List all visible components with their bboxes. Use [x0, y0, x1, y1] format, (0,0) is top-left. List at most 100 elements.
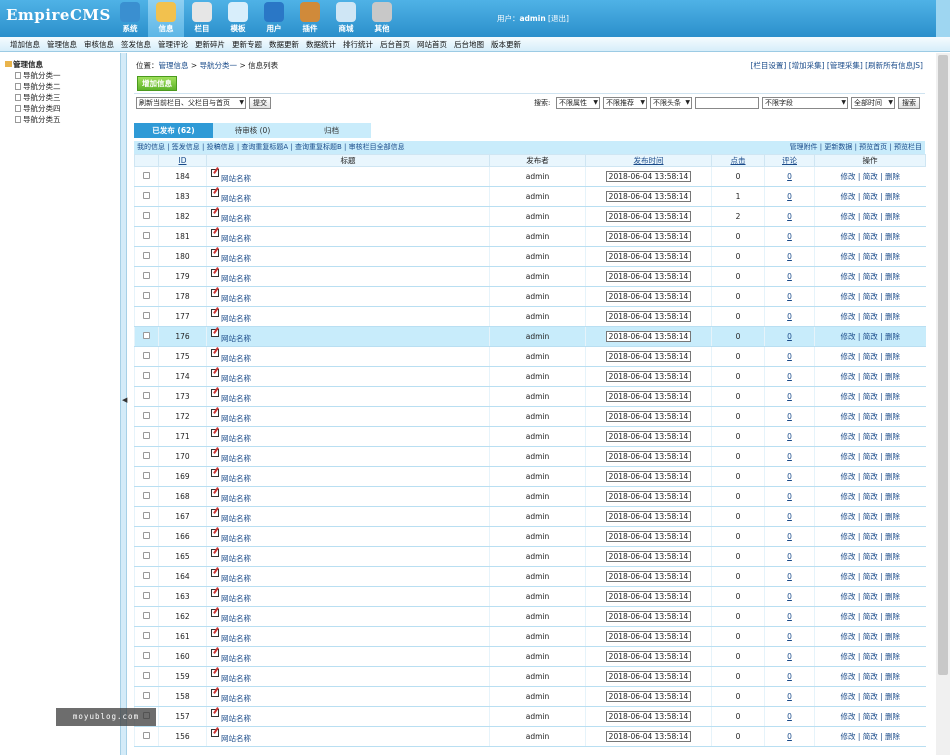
table-row[interactable]: 167 网站名称 admin 2018-06-04 13:58:14 0 0 修改 | 简改…	[134, 506, 926, 527]
row-title-link[interactable]: 网站名称	[221, 494, 251, 503]
delete-link[interactable]: 删除	[885, 372, 900, 381]
row-title-link[interactable]: 网站名称	[221, 294, 251, 303]
subnav-item[interactable]: 数据统计	[306, 37, 336, 51]
table-row[interactable]: 171 网站名称 admin 2018-06-04 13:58:14 0 0 修改 | 简改…	[134, 426, 926, 447]
row-checkbox[interactable]	[143, 452, 150, 459]
row-time-field[interactable]: 2018-06-04 13:58:14	[605, 231, 692, 242]
table-row[interactable]: 166 网站名称 admin 2018-06-04 13:58:14 0 0 修改 | 简改…	[134, 526, 926, 547]
top-links[interactable]: [栏目设置] [增加采集] [管理采集] [刷新所有信息JS]	[750, 60, 923, 71]
subnav-item[interactable]: 签发信息	[121, 37, 151, 51]
row-comments-link[interactable]: 0	[787, 492, 792, 501]
delete-link[interactable]: 删除	[885, 572, 900, 581]
row-title-link[interactable]: 网站名称	[221, 654, 251, 663]
quick-edit-link[interactable]: 简改	[863, 572, 878, 581]
edit-link[interactable]: 修改	[840, 732, 855, 741]
table-row[interactable]: 156 网站名称 admin 2018-06-04 13:58:14 0 0 修改 | 简改…	[134, 726, 926, 747]
row-title-link[interactable]: 网站名称	[221, 174, 251, 183]
edit-link[interactable]: 修改	[840, 532, 855, 541]
quick-edit-link[interactable]: 简改	[863, 292, 878, 301]
row-title-link[interactable]: 网站名称	[221, 314, 251, 323]
row-time-field[interactable]: 2018-06-04 13:58:14	[605, 711, 692, 722]
row-title-link[interactable]: 网站名称	[221, 714, 251, 723]
row-title-link[interactable]: 网站名称	[221, 454, 251, 463]
row-comments-link[interactable]: 0	[787, 432, 792, 441]
row-time-field[interactable]: 2018-06-04 13:58:14	[605, 251, 692, 262]
edit-link[interactable]: 修改	[840, 672, 855, 681]
quick-edit-link[interactable]: 简改	[863, 672, 878, 681]
table-row[interactable]: 169 网站名称 admin 2018-06-04 13:58:14 0 0 修改 | 简改…	[134, 466, 926, 487]
row-comments-link[interactable]: 0	[787, 212, 792, 221]
table-row[interactable]: 175 网站名称 admin 2018-06-04 13:58:14 0 0 修改 | 简改…	[134, 346, 926, 367]
row-time-field[interactable]: 2018-06-04 13:58:14	[605, 631, 692, 642]
row-time-field[interactable]: 2018-06-04 13:58:14	[605, 411, 692, 422]
delete-link[interactable]: 删除	[885, 532, 900, 541]
row-title-link[interactable]: 网站名称	[221, 354, 251, 363]
row-title-link[interactable]: 网站名称	[221, 234, 251, 243]
row-title-link[interactable]: 网站名称	[221, 334, 251, 343]
row-checkbox[interactable]	[143, 692, 150, 699]
table-row[interactable]: 170 网站名称 admin 2018-06-04 13:58:14 0 0 修改 | 简改…	[134, 446, 926, 467]
field-select[interactable]: 不限字段 ▼	[762, 97, 848, 109]
table-row[interactable]: 181 网站名称 admin 2018-06-04 13:58:14 0 0 修改 | 简改…	[134, 226, 926, 247]
row-comments-link[interactable]: 0	[787, 572, 792, 581]
edit-link[interactable]: 修改	[840, 632, 855, 641]
table-row[interactable]: 177 网站名称 admin 2018-06-04 13:58:14 0 0 修改 | 简改…	[134, 306, 926, 327]
delete-link[interactable]: 删除	[885, 592, 900, 601]
quick-edit-link[interactable]: 简改	[863, 712, 878, 721]
link-bar-right[interactable]: 管理附件 | 更新数据 | 预览首页 | 预览栏目	[790, 141, 922, 154]
attribute-select[interactable]: 不限属性 ▼	[556, 97, 600, 109]
row-checkbox[interactable]	[143, 332, 150, 339]
row-time-field[interactable]: 2018-06-04 13:58:14	[605, 191, 692, 202]
quick-edit-link[interactable]: 简改	[863, 432, 878, 441]
row-time-field[interactable]: 2018-06-04 13:58:14	[605, 271, 692, 282]
clicks-col-header[interactable]: 点击	[711, 154, 765, 167]
row-time-field[interactable]: 2018-06-04 13:58:14	[605, 171, 692, 182]
search-input[interactable]	[695, 97, 759, 109]
edit-link[interactable]: 修改	[840, 592, 855, 601]
nav-item[interactable]: 其他	[364, 0, 400, 37]
row-time-field[interactable]: 2018-06-04 13:58:14	[605, 311, 692, 322]
row-checkbox[interactable]	[143, 352, 150, 359]
delete-link[interactable]: 删除	[885, 672, 900, 681]
row-title-link[interactable]: 网站名称	[221, 674, 251, 683]
table-row[interactable]: 157 网站名称 admin 2018-06-04 13:58:14 0 0 修改 | 简改…	[134, 706, 926, 727]
table-row[interactable]: 174 网站名称 admin 2018-06-04 13:58:14 0 0 修改 | 简改…	[134, 366, 926, 387]
quick-edit-link[interactable]: 简改	[863, 692, 878, 701]
edit-link[interactable]: 修改	[840, 492, 855, 501]
row-title-link[interactable]: 网站名称	[221, 394, 251, 403]
time-select[interactable]: 全部时间 ▼	[851, 97, 895, 109]
row-title-link[interactable]: 网站名称	[221, 434, 251, 443]
row-title-link[interactable]: 网站名称	[221, 474, 251, 483]
delete-link[interactable]: 删除	[885, 612, 900, 621]
quick-edit-link[interactable]: 简改	[863, 312, 878, 321]
row-comments-link[interactable]: 0	[787, 452, 792, 461]
delete-link[interactable]: 删除	[885, 712, 900, 721]
quick-edit-link[interactable]: 简改	[863, 252, 878, 261]
row-comments-link[interactable]: 0	[787, 712, 792, 721]
edit-link[interactable]: 修改	[840, 412, 855, 421]
subnav-item[interactable]: 管理信息	[47, 37, 77, 51]
delete-link[interactable]: 删除	[885, 212, 900, 221]
nav-item[interactable]: 商城	[328, 0, 364, 37]
subnav-item[interactable]: 后台首页	[380, 37, 410, 51]
quick-edit-link[interactable]: 简改	[863, 392, 878, 401]
tree-item[interactable]: 导航分类二	[15, 81, 61, 92]
edit-link[interactable]: 修改	[840, 272, 855, 281]
row-checkbox[interactable]	[143, 512, 150, 519]
table-row[interactable]: 179 网站名称 admin 2018-06-04 13:58:14 0 0 修改 | 简改…	[134, 266, 926, 287]
delete-link[interactable]: 删除	[885, 692, 900, 701]
row-checkbox[interactable]	[143, 612, 150, 619]
row-checkbox[interactable]	[143, 492, 150, 499]
row-checkbox[interactable]	[143, 572, 150, 579]
edit-link[interactable]: 修改	[840, 172, 855, 181]
nav-item[interactable]: 信息	[148, 0, 184, 37]
subnav-item[interactable]: 审核信息	[84, 37, 114, 51]
edit-link[interactable]: 修改	[840, 712, 855, 721]
delete-link[interactable]: 删除	[885, 192, 900, 201]
row-checkbox[interactable]	[143, 212, 150, 219]
quick-edit-link[interactable]: 简改	[863, 512, 878, 521]
add-info-button[interactable]: 增加信息	[137, 76, 177, 91]
quick-edit-link[interactable]: 简改	[863, 232, 878, 241]
table-row[interactable]: 164 网站名称 admin 2018-06-04 13:58:14 0 0 修改 | 简改…	[134, 566, 926, 587]
row-comments-link[interactable]: 0	[787, 592, 792, 601]
